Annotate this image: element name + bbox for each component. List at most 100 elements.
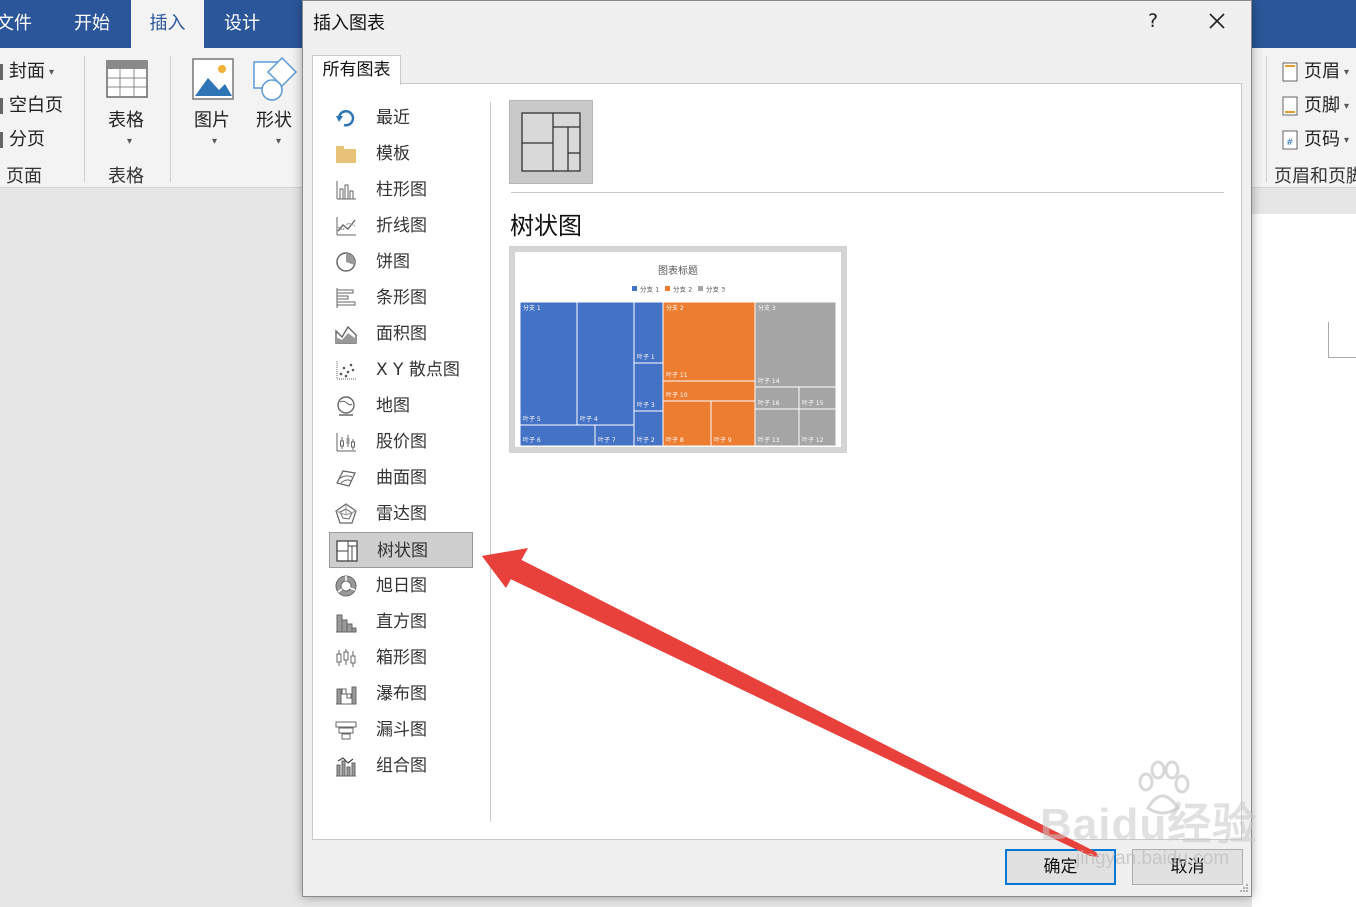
cancel-button[interactable]: 取消 [1132,849,1243,885]
chart-category-item[interactable]: 曲面图 [329,460,473,496]
treemap-subtype-thumbnail[interactable] [509,100,593,184]
chart-category-item[interactable]: 股价图 [329,424,473,460]
header-button[interactable]: 页眉 ▾ [1282,57,1349,83]
treemap-leaf-label: 叶子 9 [714,436,732,444]
chart-category-label: 面积图 [376,324,427,344]
treemap-tile [754,301,837,388]
sunburst-chart-icon [335,575,357,597]
chart-category-item[interactable]: 地图 [329,388,473,424]
close-icon[interactable] [1201,5,1233,37]
treemap-tile [519,301,578,426]
treemap-tile [576,301,635,426]
chart-category-label: 雷达图 [376,504,427,524]
chart-category-item[interactable]: 最近 [329,100,473,136]
box-whisker-chart-icon [336,649,356,667]
treemap-leaf-label: 叶子 4 [580,415,598,423]
header-footer-group-label: 页眉和页脚 [1274,166,1356,187]
chart-category-label: 模板 [376,144,410,164]
shapes-button[interactable]: 形状 [256,106,292,132]
legend-branch3: 分支 3 [706,285,725,294]
ok-button[interactable]: 确定 [1005,849,1116,885]
treemap-leaf-label: 叶子 16 [758,399,780,407]
treemap-leaf-label: 叶子 6 [523,436,541,444]
cover-page-button[interactable]: 封面 ▾ [0,57,54,83]
treemap-leaf-label: 叶子 14 [758,377,780,385]
picture-icon [192,58,234,100]
chart-category-item[interactable]: 雷达图 [329,496,473,532]
chart-category-label: 曲面图 [376,468,427,488]
chevron-down-icon: ▾ [127,136,133,147]
blank-page-button[interactable]: 空白页 [0,91,63,117]
chevron-down-icon: ▾ [1344,100,1350,112]
treemap-branch-label: 分支 3 [758,304,776,312]
page-break-icon [0,132,3,148]
page-number-button[interactable]: # 页码 ▾ [1282,125,1349,151]
chevron-down-icon: ▾ [49,66,55,78]
chart-category-item[interactable]: 面积图 [329,316,473,352]
dialog-title: 插入图表 [313,13,385,34]
selected-chart-title: 树状图 [510,212,582,240]
pages-group-label: 页面 [6,166,42,187]
folder-icon [336,146,356,163]
treemap-leaf-label: 叶子 2 [637,436,655,444]
chart-category-label: 旭日图 [376,576,427,596]
chart-category-label: 漏斗图 [376,720,427,740]
resize-grip-icon[interactable] [1239,883,1249,893]
help-button[interactable]: ? [1139,5,1167,37]
treemap-leaf-label: 叶子 11 [666,371,688,379]
chevron-down-icon: ▾ [1344,66,1350,78]
cover-page-icon [0,64,3,80]
picture-button[interactable]: 图片 [194,106,230,132]
page-break-button[interactable]: 分页 [0,125,45,151]
chart-category-item[interactable]: 箱形图 [329,640,473,676]
chart-category-item[interactable]: 直方图 [329,604,473,640]
footer-button[interactable]: 页脚 ▾ [1282,91,1349,117]
svg-text:#: # [1286,138,1294,148]
chart-category-item[interactable]: 折线图 [329,208,473,244]
table-button[interactable]: 表格 [108,106,144,132]
shapes-icon [253,56,298,101]
tab-file[interactable]: 文件 [0,0,38,48]
treemap-leaf-label: 叶子 12 [802,436,824,444]
tab-design[interactable]: 设计 [206,0,278,48]
chart-category-item[interactable]: 组合图 [329,748,473,784]
radar-chart-icon [335,503,357,524]
treemap-leaf-label: 叶子 3 [637,401,655,409]
page-break-label: 分页 [9,129,45,150]
header-label: 页眉 [1304,61,1340,82]
chart-category-item[interactable]: 条形图 [329,280,473,316]
tab-insert[interactable]: 插入 [131,0,204,48]
column-chart-icon [336,181,356,200]
combo-chart-icon [336,757,356,777]
treemap-leaf-label: 叶子 13 [758,436,780,444]
chart-panel: 最近 模板 柱形图 折线图 饼图 条形图 面积图 X Y 散点图 地图 股价图 曲面图 雷达图 树状图旭… [312,83,1242,840]
page-number-label: 页码 [1304,129,1340,150]
chart-category-label: X Y 散点图 [376,360,460,380]
chart-category-item[interactable]: 饼图 [329,244,473,280]
tab-home[interactable]: 开始 [56,0,128,48]
chart-category-item[interactable]: 模板 [329,136,473,172]
blank-page-label: 空白页 [9,95,63,116]
chart-category-label: 瀑布图 [376,684,427,704]
chart-preview-canvas: 图表标题 分支 1 分支 2 分支 3 分支 1 叶子 5 叶子 4 叶子 6 叶子 7… [515,252,841,447]
chart-category-item[interactable]: X Y 散点图 [329,352,473,388]
group-divider [170,56,171,182]
chart-category-item[interactable]: 漏斗图 [329,712,473,748]
chart-preview[interactable]: 图表标题 分支 1 分支 2 分支 3 分支 1 叶子 5 叶子 4 叶子 6 叶子 7… [509,246,847,453]
chart-category-label: 条形图 [376,288,427,308]
chart-category-label: 柱形图 [376,180,427,200]
chart-category-label: 折线图 [376,216,427,236]
treemap-branch-label: 分支 1 [523,304,541,312]
map-chart-icon [337,396,355,416]
chart-category-item[interactable]: 旭日图 [329,568,473,604]
surface-chart-icon [336,470,356,487]
chart-category-label: 股价图 [376,432,427,452]
chart-category-item[interactable]: 瀑布图 [329,676,473,712]
treemap-leaf-label: 叶子 15 [802,399,824,407]
chevron-down-icon: ▾ [276,136,282,147]
tab-all-charts[interactable]: 所有图表 [312,55,401,85]
treemap-leaf-label: 叶子 10 [666,391,688,399]
chart-category-item[interactable]: 树状图 [329,532,473,568]
document-page[interactable] [1252,214,1356,907]
chart-category-item[interactable]: 柱形图 [329,172,473,208]
